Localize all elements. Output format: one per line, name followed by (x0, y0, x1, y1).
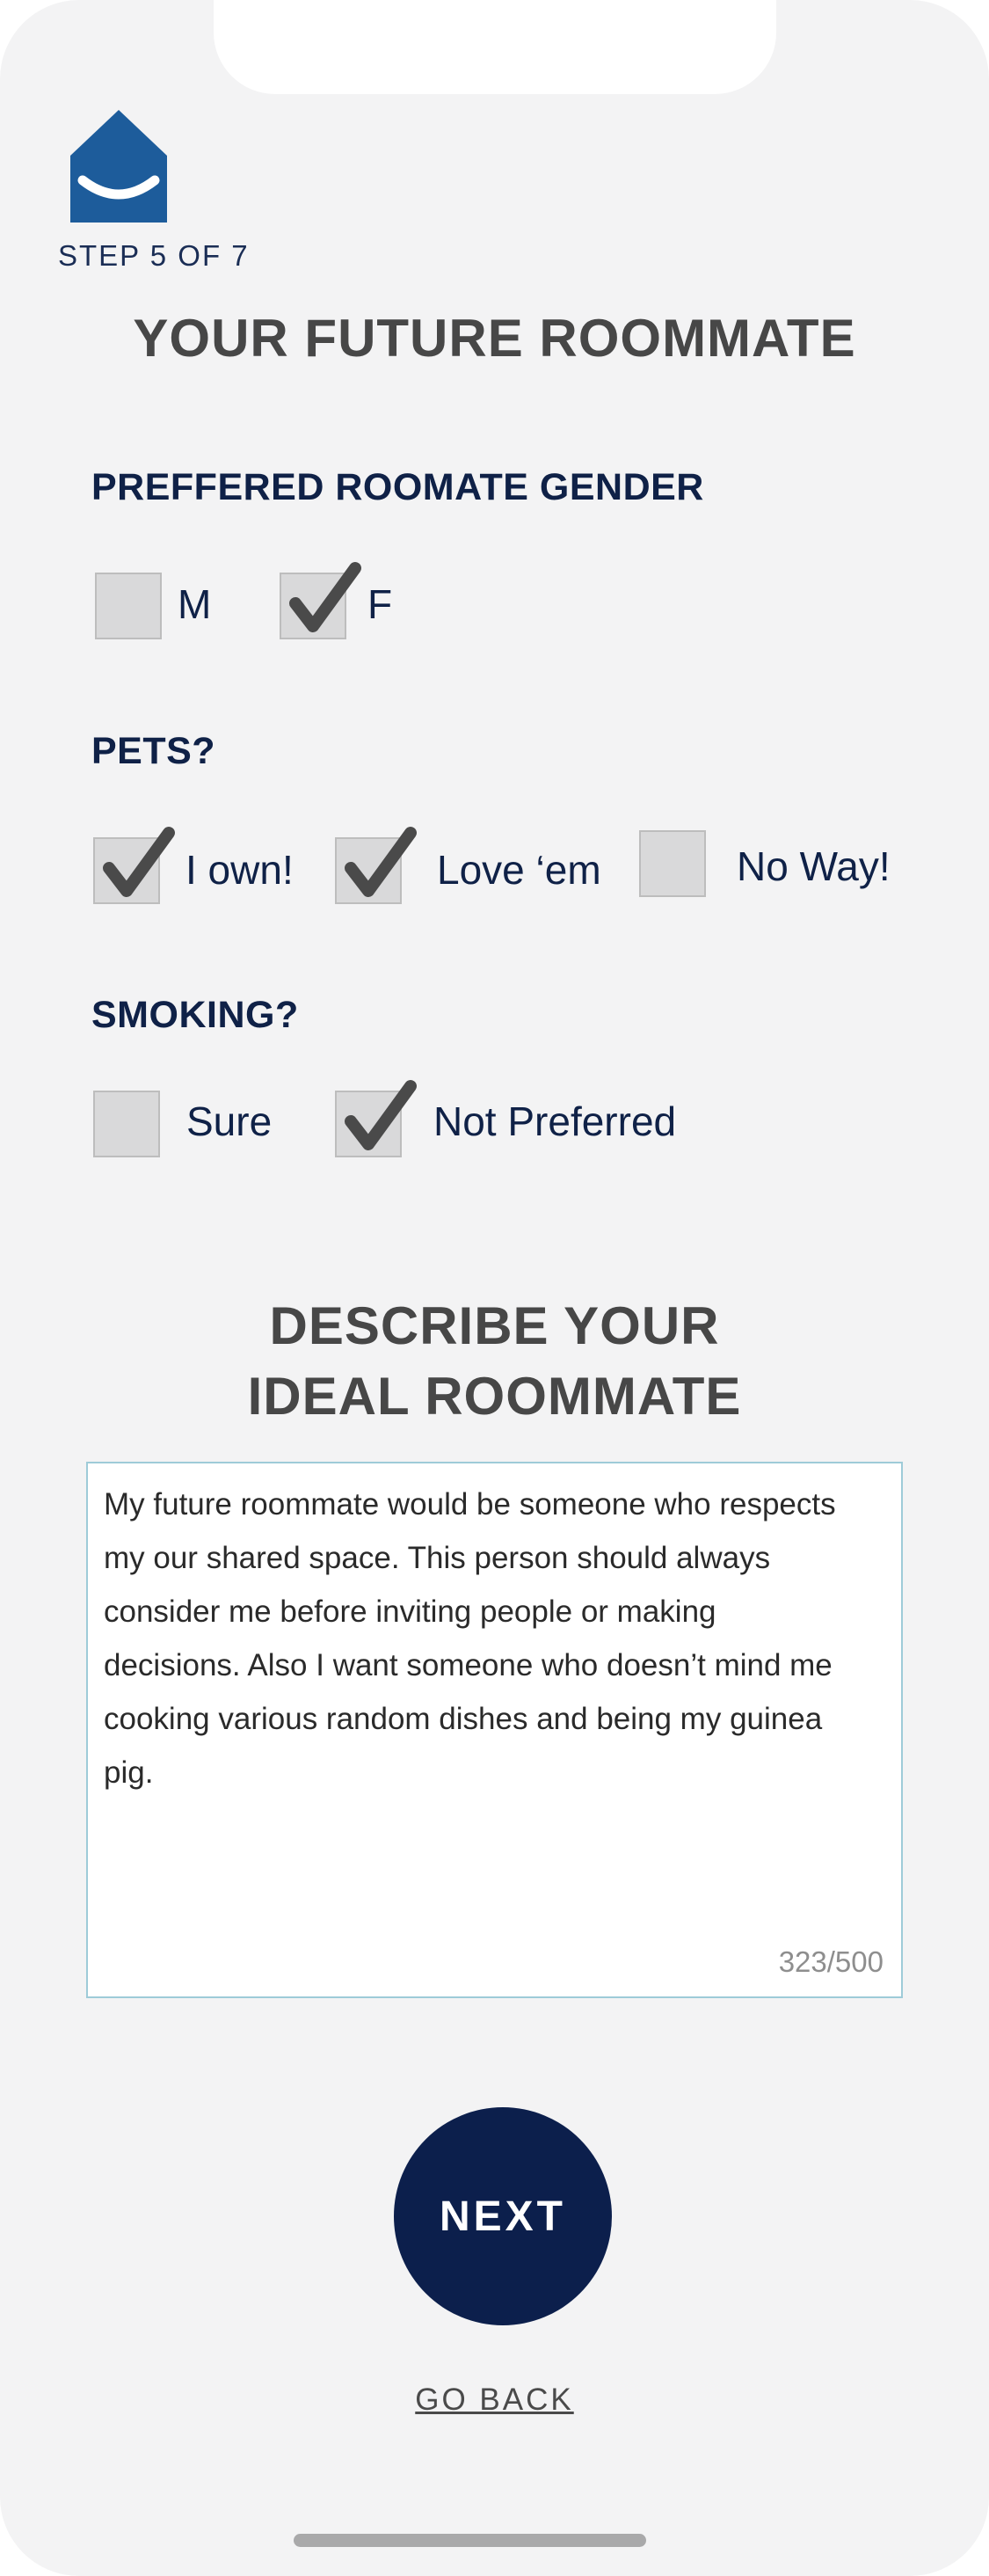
device-notch (214, 0, 776, 94)
next-button[interactable]: NEXT (394, 2107, 612, 2325)
smoking-sure-label: Sure (186, 1098, 273, 1144)
check-mark-icon (289, 562, 361, 632)
pets-love-label: Love ‘em (437, 847, 601, 893)
describe-title: DESCRIBE YOUR IDEAL ROOMMATE (0, 1291, 989, 1432)
gender-f-label: F (367, 581, 393, 627)
smoking-sure-checkbox[interactable] (93, 1091, 160, 1157)
gender-m-checkbox[interactable] (95, 573, 162, 639)
pets-noway-label: No Way! (737, 843, 891, 889)
describe-text[interactable]: My future roommate would be someone who … (104, 1478, 860, 1799)
pets-noway-checkbox[interactable] (639, 830, 706, 897)
page-title: YOUR FUTURE ROOMMATE (133, 309, 856, 368)
describe-title-line1: DESCRIBE YOUR (269, 1296, 720, 1355)
go-back-link[interactable]: GO BACK (0, 2383, 989, 2418)
gender-label: PREFFERED ROOMATE GENDER (91, 466, 704, 508)
house-smile-icon (70, 110, 167, 223)
phone-screen: STEP 5 OF 7 YOUR FUTURE ROOMMATE PREFFER… (0, 0, 989, 2576)
pets-label: PETS? (91, 730, 216, 772)
describe-title-line2: IDEAL ROOMMATE (247, 1367, 742, 1426)
check-mark-icon (103, 827, 175, 897)
describe-textarea[interactable]: My future roommate would be someone who … (86, 1462, 903, 1998)
smoking-not-preferred-label: Not Preferred (433, 1098, 677, 1144)
home-indicator[interactable] (294, 2534, 646, 2547)
step-indicator: STEP 5 OF 7 (58, 239, 250, 272)
character-counter: 323/500 (778, 1945, 884, 1978)
pets-own-label: I own! (185, 847, 294, 893)
check-mark-icon (345, 827, 417, 897)
check-mark-icon (345, 1080, 417, 1150)
smoking-label: SMOKING? (91, 994, 299, 1036)
gender-m-label: M (178, 581, 212, 627)
